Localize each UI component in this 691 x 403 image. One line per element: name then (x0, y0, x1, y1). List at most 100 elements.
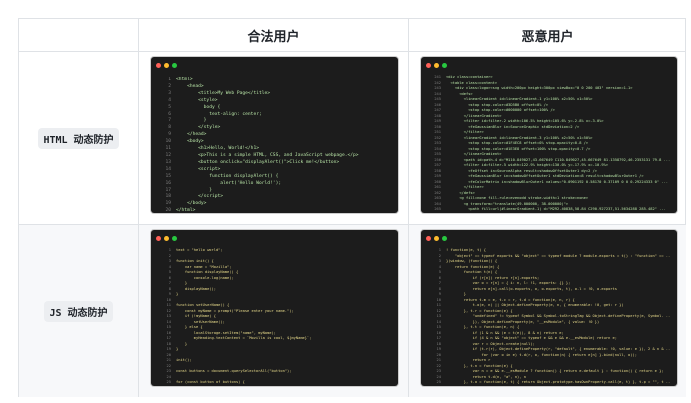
row-label-html-protection: HTML 动态防护 (38, 127, 119, 149)
maximize-dot-icon (442, 63, 447, 68)
code-text: localStorage.setItem("name", myName); (176, 330, 276, 335)
code-text: displayName(); (176, 286, 216, 291)
code-panel-html-malicious: 241 <div class=container> 242 <table class… (421, 57, 677, 213)
code-line: 1 <html> (159, 77, 392, 84)
code-line: 5 body { (159, 105, 392, 112)
code-text: </body> (176, 201, 207, 207)
code-panel-js-legit: 1 text = "hello world"; 2 3 function init() … (151, 230, 398, 386)
code-text: function setUserName() { (176, 303, 230, 307)
line-number: 4 (168, 97, 171, 103)
line-number: 26 (429, 386, 441, 387)
code-text: "object" == typeof exports && "object" =… (446, 253, 671, 258)
minimize-dot-icon (164, 63, 169, 68)
code-text: <stop stop-color=#000000 offset=100% /> (446, 108, 555, 112)
code-text: <feOffset in=SourceAlpha result=shadowOf… (446, 168, 597, 173)
code-text: console.log(name); (176, 275, 234, 280)
line-number: 15 (165, 173, 171, 179)
minimize-dot-icon (434, 236, 439, 241)
line-number: 14 (165, 166, 171, 172)
code-text: function displayName() { (176, 270, 239, 274)
code-text: </filter> (446, 185, 484, 189)
code-text: </script> (176, 194, 224, 200)
code-text: <style> (176, 97, 218, 103)
code-text: <filter id=filter-5 width=122.9% height=… (446, 163, 609, 167)
code-text: if (4 & n && "object" == typeof e && e &… (446, 336, 617, 340)
code-line: 20 </html> (159, 208, 392, 213)
code-block: 1! function(e, t) {2 "object" == typeof … (429, 248, 671, 386)
code-text: <g fill=#FFFFFF transform="translate(51.… (446, 213, 606, 214)
code-text: } (446, 292, 466, 296)
code-text: text = "hello world"; (176, 248, 223, 252)
close-dot-icon (156, 63, 161, 68)
minimize-dot-icon (434, 63, 439, 68)
code-text: t.o(e, n) || Object.defineProperty(e, n,… (446, 303, 624, 307)
code-text: <linearGradient id=linearGradient-1 y1=1… (446, 97, 593, 101)
close-dot-icon (426, 63, 431, 68)
code-text: } (176, 347, 179, 351)
code-text: <stop stop-color=#1E3E8 offset=100% stop… (446, 146, 591, 151)
code-text: const myName = prompt("Please enter your… (176, 308, 294, 313)
code-text: function t(n) { (446, 270, 498, 274)
header-legit-user: 合法用户 (139, 19, 409, 52)
code-line: 16 alert('Hello World!'); (159, 181, 392, 188)
code-panel-js-malicious: 1! function(e, t) {2 "object" == typeof … (421, 230, 677, 386)
line-number: 12 (165, 152, 171, 158)
code-text: const buttons = document.querySelectorAl… (176, 369, 292, 373)
code-text: <title>My Web Page</title> (176, 90, 271, 96)
code-block: 1 text = "hello world"; 2 3 function init() … (159, 248, 392, 386)
line-number: 16 (165, 180, 171, 186)
code-text: } (176, 187, 212, 193)
code-text: myHeading.textContent = `Mozilla is cool… (176, 336, 312, 340)
code-text: <div class=logo><svg width=200px height=… (446, 86, 633, 90)
code-text: <html> (176, 77, 193, 82)
window-controls (426, 63, 447, 68)
code-text: </linearGradient> (446, 152, 502, 156)
code-text: <feGaussianBlur in=shadowOffsetOuter1 st… (446, 174, 644, 178)
code-text: <table class=content> (446, 80, 498, 85)
code-text: if (!myName) { (176, 314, 216, 318)
maximize-dot-icon (442, 236, 447, 241)
row-label-cell-html: HTML 动态防护 (19, 52, 139, 225)
code-text: <p>This is a simple HTML, CSS, and JavaS… (176, 152, 359, 158)
code-text: } (176, 341, 188, 346)
window-controls (156, 63, 177, 68)
code-block: 1 <html> 2 <head> 3 <title>My Web Page</tit… (159, 77, 392, 213)
code-text: function init() { (176, 259, 214, 263)
code-line: 13 <button onclick="displayAlert()">Clic… (159, 160, 392, 167)
maximize-dot-icon (172, 236, 177, 241)
code-line: 14 <script> (159, 167, 392, 174)
code-line: 12 <p>This is a simple HTML, CSS, and Ja… (159, 153, 392, 160)
code-text: </defs> (446, 190, 475, 195)
code-text: "undefined" != typeof Symbol && Symbol.t… (446, 314, 671, 318)
code-text: ! function(e, t) { (446, 248, 486, 252)
code-text: setUserName(); (176, 319, 225, 324)
code-text: </html> (176, 208, 196, 213)
line-number: 5 (168, 104, 171, 110)
code-text: <defs> (446, 91, 473, 96)
code-text: for (var o in e) t.d(r, o, function(n) {… (446, 352, 637, 357)
code-line: 4 <style> (159, 98, 392, 105)
code-text: return t.d(n, "a", n), n (446, 374, 526, 379)
code-text: </linearGradient> (446, 113, 502, 118)
code-text: button.textContent = text; (176, 386, 238, 387)
code-text: <body> (176, 139, 204, 145)
code-text: if (t.r(r), Object.defineProperty(r, "de… (446, 347, 671, 351)
code-text: <feGaussianBlur in=SourceGraphic stdDevi… (446, 124, 580, 129)
line-number: 2 (168, 83, 171, 89)
code-line: 11 <h1>Hello, World!</h1> (159, 146, 392, 153)
row-label-js-protection: JS 动态防护 (44, 300, 113, 322)
line-number: 3 (168, 90, 171, 96)
code-text: }, t.n = function(e) { (446, 363, 513, 368)
line-number: 13 (165, 159, 171, 165)
code-text: <feColorMatrix in=shadowBlurOuter1 value… (446, 179, 669, 184)
line-number: 266 (429, 213, 441, 214)
code-text: text-align: center; (176, 111, 262, 117)
line-number: 26 (159, 386, 171, 387)
code-text: <g transform="translate(49.000000, 38.00… (446, 201, 569, 206)
code-text: <g fill=none fill-rule=evenodd stroke-wi… (446, 196, 589, 200)
code-text: } (176, 118, 207, 124)
window-controls (426, 236, 447, 241)
window-controls (156, 236, 177, 241)
code-text: alert('Hello World!'); (176, 180, 282, 186)
code-line: 15 function displayAlert() { (159, 174, 392, 181)
